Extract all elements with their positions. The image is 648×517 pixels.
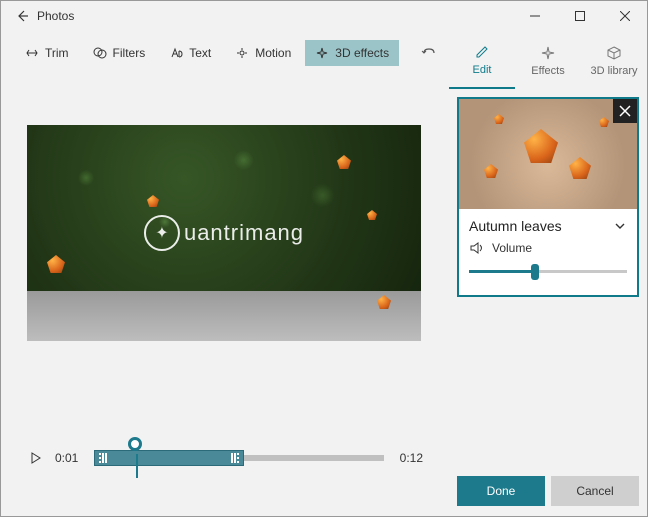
watermark-icon: ✦ [144, 215, 180, 251]
panel-actions: Done Cancel [457, 476, 639, 506]
tab-effects[interactable]: Effects [515, 31, 581, 89]
filters-icon [93, 46, 107, 60]
video-preview[interactable]: ✦ uantrimang [27, 125, 421, 341]
effect-range[interactable] [94, 450, 244, 466]
window-controls [512, 1, 647, 31]
trim-button[interactable]: Trim [15, 40, 79, 66]
volume-slider[interactable] [469, 261, 627, 281]
pencil-icon [473, 43, 491, 61]
speaker-icon [469, 241, 485, 255]
filters-label: Filters [113, 46, 146, 60]
preview-trees [27, 125, 421, 301]
chevron-down-icon [613, 219, 627, 233]
tab-3d-library[interactable]: 3D library [581, 31, 647, 89]
sparkle-icon [539, 44, 557, 62]
tab-edit-label: Edit [473, 64, 492, 76]
motion-button[interactable]: Motion [225, 40, 301, 66]
text-button[interactable]: Text [159, 40, 221, 66]
trim-icon [25, 46, 39, 60]
text-icon [169, 46, 183, 60]
effect-card: Autumn leaves Volume [457, 97, 639, 297]
close-button[interactable] [602, 1, 647, 31]
main-area: ✦ uantrimang 0:01 0:12 [1, 75, 449, 516]
slider-fill [469, 270, 535, 273]
playhead[interactable] [128, 437, 142, 451]
watermark-text: uantrimang [184, 220, 304, 246]
text-label: Text [189, 46, 211, 60]
leaf-icon [524, 129, 558, 163]
leaf-icon [599, 117, 609, 127]
preview-road [27, 291, 421, 341]
close-icon [619, 105, 631, 117]
app-title: Photos [37, 9, 74, 23]
effect-name: Autumn leaves [469, 218, 562, 234]
motion-label: Motion [255, 46, 291, 60]
tab-effects-label: Effects [531, 65, 564, 77]
remove-effect-button[interactable] [613, 99, 637, 123]
filters-button[interactable]: Filters [83, 40, 156, 66]
timeline-track[interactable] [94, 455, 383, 461]
minimize-button[interactable] [512, 1, 557, 31]
side-panel: Edit Effects 3D library Autumn leaves [449, 31, 647, 516]
leaf-icon [484, 164, 498, 178]
total-time: 0:12 [400, 451, 423, 465]
undo-button[interactable] [421, 46, 437, 60]
tab-library-label: 3D library [590, 65, 637, 77]
effect-header[interactable]: Autumn leaves [459, 209, 637, 239]
back-button[interactable] [7, 1, 37, 31]
maximize-button[interactable] [557, 1, 602, 31]
minimize-icon [530, 11, 540, 21]
titlebar: Photos [1, 1, 647, 31]
trim-label: Trim [45, 46, 69, 60]
3d-effects-label: 3D effects [335, 46, 389, 60]
leaf-icon [569, 157, 591, 179]
effect-thumbnail[interactable] [459, 99, 637, 209]
done-button[interactable]: Done [457, 476, 545, 506]
sparkle-icon [315, 46, 329, 60]
volume-label: Volume [492, 241, 532, 255]
watermark: ✦ uantrimang [144, 215, 304, 251]
volume-row: Volume [459, 239, 637, 261]
cancel-button[interactable]: Cancel [551, 476, 639, 506]
maximize-icon [575, 11, 585, 21]
play-button[interactable] [27, 449, 45, 467]
slider-thumb[interactable] [531, 264, 539, 280]
panel-tabs: Edit Effects 3D library [449, 31, 647, 89]
leaf-icon [494, 114, 504, 124]
play-icon [30, 452, 42, 464]
motion-icon [235, 46, 249, 60]
tab-edit[interactable]: Edit [449, 31, 515, 89]
cube-icon [605, 44, 623, 62]
current-time: 0:01 [55, 451, 78, 465]
timeline: 0:01 0:12 [27, 438, 423, 478]
arrow-left-icon [15, 9, 29, 23]
undo-icon [421, 46, 437, 60]
close-icon [620, 11, 630, 21]
3d-effects-button[interactable]: 3D effects [305, 40, 399, 66]
